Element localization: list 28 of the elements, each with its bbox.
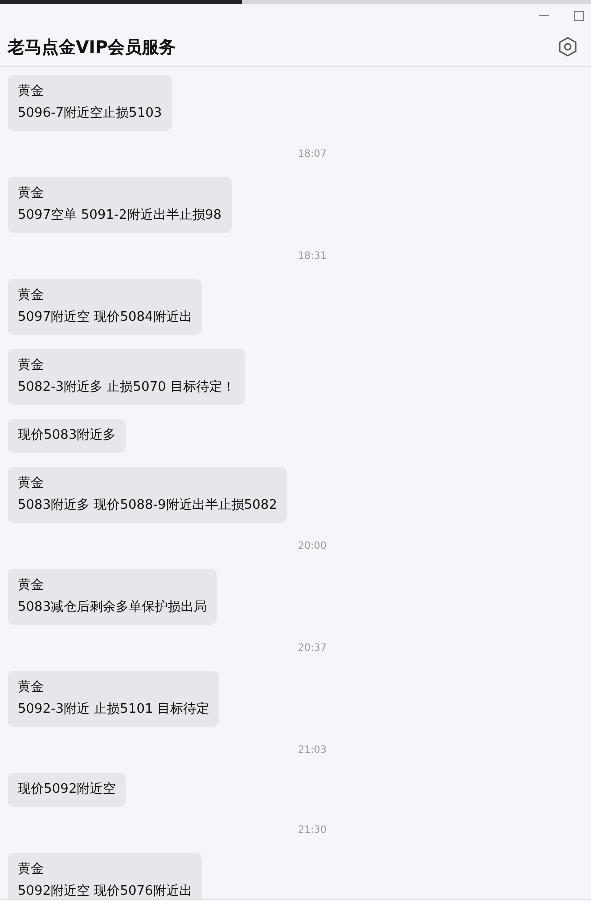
message-title: 黄金 (18, 577, 45, 595)
window-title: 老马点金VIP会员服务 (8, 36, 176, 58)
message-text: 5082-3附近多 止损5070 目标待定！ (18, 379, 236, 397)
timestamp: 21:03 (298, 744, 327, 756)
settings-icon[interactable] (559, 37, 577, 57)
message-text: 5092-3附近 止损5101 目标待定 (18, 701, 210, 719)
timestamp: 21:30 (298, 824, 327, 836)
message-text: 5083附近多 现价5088-9附近出半止损5082 (18, 497, 278, 515)
message-title: 黄金 (18, 83, 45, 101)
message-title: 黄金 (18, 475, 45, 493)
message-text: 5097空单 5091-2附近出半止损98 (18, 207, 222, 225)
message-text: 5096-7附近空止损5103 (18, 105, 162, 123)
message-text: 5097附近空 现价5084附近出 (18, 309, 192, 327)
message-text: 现价5083附近多 (18, 427, 116, 445)
minimize-icon[interactable] (539, 15, 549, 17)
message-title: 黄金 (18, 287, 45, 305)
maximize-icon[interactable] (574, 11, 584, 21)
message-title: 黄金 (18, 861, 45, 879)
message-text: 5092附近空 现价5076附近出 (18, 883, 192, 899)
timestamp: 20:00 (298, 540, 327, 552)
timestamp: 20:37 (298, 642, 327, 654)
message-title: 黄金 (18, 679, 45, 697)
message-title: 黄金 (18, 185, 45, 203)
message-text: 现价5092附近空 (18, 781, 116, 799)
timestamp: 18:31 (298, 250, 327, 262)
timestamp: 18:07 (298, 148, 327, 160)
message-text: 5083减仓后剩余多单保护损出局 (18, 599, 208, 617)
message-title: 黄金 (18, 357, 45, 375)
